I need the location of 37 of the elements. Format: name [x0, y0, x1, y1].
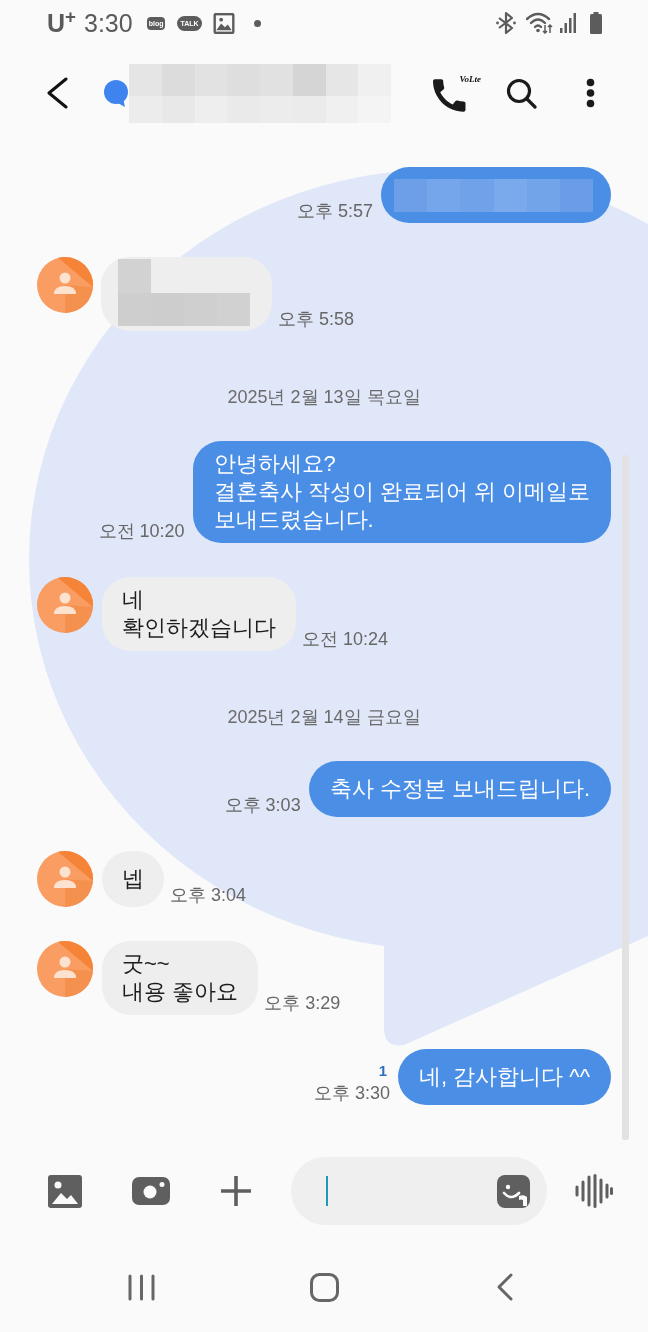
message-time: 오후 5:57: [296, 200, 373, 222]
message-time: 오후 3:29: [264, 992, 341, 1014]
signal-icon: [560, 13, 576, 33]
add-icon[interactable]: [220, 1175, 252, 1207]
search-icon[interactable]: [506, 77, 537, 109]
date-separator: 2025년 2월 14일 금요일: [227, 707, 421, 727]
carrier-logo: U$^{+}$: [47, 8, 76, 38]
sent-message-bubble: 네, 감사합니다 ^^: [398, 1049, 611, 1105]
sent-message-bubble: 축사 수정본 보내드립니다.: [308, 761, 611, 817]
message-time: 오전 10:20: [98, 520, 185, 542]
message-time: 오후 3:04: [170, 884, 247, 906]
more-options-icon[interactable]: [586, 78, 595, 108]
back-icon[interactable]: [497, 1273, 513, 1301]
received-message-bubble: 굿~~ 내용 좋아요: [102, 941, 259, 1015]
sent-message-bubble: 안녕하세요? 결혼축사 작성이 완료되어 위 이메일로 보내드렸습니다.: [192, 441, 611, 543]
voice-input-icon[interactable]: [575, 1174, 613, 1208]
wifi-icon: [526, 12, 553, 34]
unread-count: 1: [378, 1063, 387, 1079]
recent-apps-icon[interactable]: [128, 1273, 155, 1301]
home-icon[interactable]: [310, 1272, 339, 1302]
bluetooth-icon: [496, 11, 516, 35]
date-separator: 2025년 2월 13일 목요일: [227, 387, 421, 407]
call-button[interactable]: VoLte: [433, 74, 481, 112]
status-time: 3:30: [84, 8, 133, 38]
message-time: 오전 10:24: [302, 628, 389, 650]
image-notification-icon: [212, 12, 235, 34]
sticker-icon[interactable]: [497, 1174, 530, 1208]
more-notifications-dot-icon: [253, 19, 261, 27]
message-time: 오후 5:58: [278, 308, 355, 330]
chat-bubble-icon: [103, 79, 129, 107]
received-message-bubble: 네 확인하겠습니다: [102, 577, 296, 651]
gallery-icon[interactable]: [48, 1174, 82, 1208]
received-message-bubble: 넵: [102, 851, 164, 907]
battery-icon: [590, 12, 602, 34]
camera-icon[interactable]: [132, 1177, 170, 1205]
message-time: 오후 3:30: [313, 1082, 390, 1104]
message-time: 오후 3:03: [224, 794, 301, 816]
